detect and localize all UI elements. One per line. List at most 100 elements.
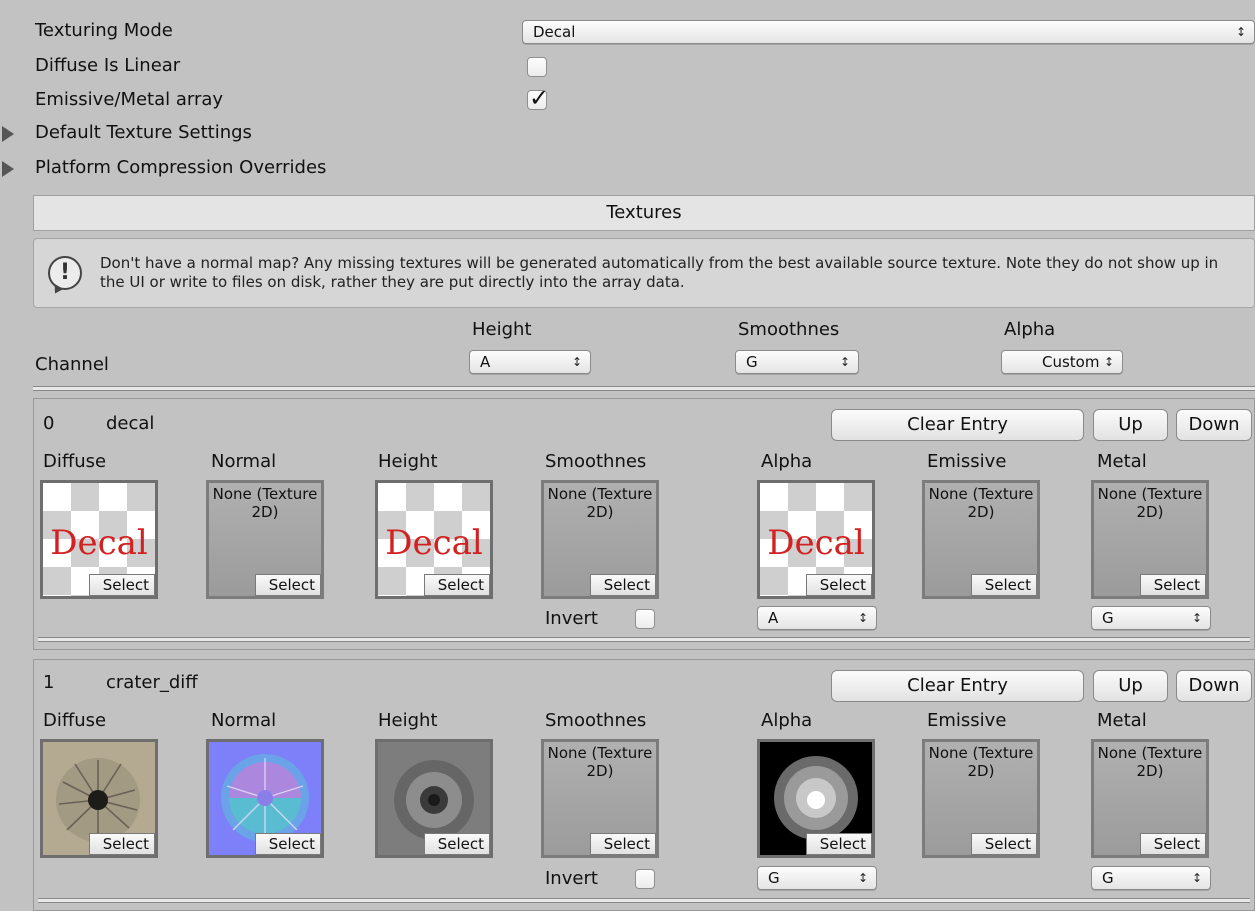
slot-label-smoothness: Smoothnes [545,451,647,472]
channel-smoothness-value: G [746,353,758,371]
entry-index: 0 [43,413,55,434]
up-button[interactable]: Up [1093,409,1168,441]
smoothness-texture-slot[interactable]: None (Texture 2D) Select [541,739,659,858]
none-texture-text: None (Texture 2D) [547,744,653,780]
slot-label-height: Height [378,710,438,731]
slot-label-diffuse: Diffuse [43,710,107,731]
clear-entry-button[interactable]: Clear Entry [831,409,1084,441]
invert-label: Invert [545,608,598,629]
alpha-channel-dropdown[interactable]: G ↕ [757,866,877,890]
decal-texture-text: Decal [50,523,148,563]
emissive-metal-label: Emissive/Metal array [35,89,224,110]
slot-label-metal: Metal [1097,451,1147,472]
select-button[interactable]: Select [971,833,1037,855]
slot-label-smoothness: Smoothnes [545,710,647,731]
help-text: Don't have a normal map? Any missing tex… [100,254,1219,291]
select-button[interactable]: Select [89,833,155,855]
alpha-channel-dropdown[interactable]: A ↕ [757,606,877,630]
updown-arrows-icon: ↕ [1103,355,1114,369]
alpha-channel-value: G [768,869,780,887]
slot-label-emissive: Emissive [927,710,1007,731]
select-button[interactable]: Select [424,574,490,596]
metal-channel-dropdown[interactable]: G ↕ [1091,606,1211,630]
decal-texture-text: Decal [767,523,865,563]
updown-arrows-icon: ↕ [857,871,868,885]
entry-name: crater_diff [106,672,198,693]
entry-index: 1 [43,672,55,693]
texturing-mode-dropdown[interactable]: Decal ↕ [522,20,1255,44]
triangle-right-icon[interactable] [2,126,14,142]
diffuse-linear-checkbox[interactable] [527,57,547,77]
slot-label-metal: Metal [1097,710,1147,731]
updown-arrows-icon: ↕ [857,611,868,625]
normal-texture-slot[interactable]: None (Texture 2D) Select [206,480,324,599]
channel-height-header: Height [472,319,532,340]
channel-smoothness-dropdown[interactable]: G ↕ [735,350,859,374]
metal-channel-value: G [1102,609,1114,627]
channel-alpha-dropdown[interactable]: Custom ↕ [1001,350,1123,374]
height-texture-slot[interactable]: Select [375,739,493,858]
select-button[interactable]: Select [806,833,872,855]
alpha-texture-slot[interactable]: Decal Select [757,480,875,599]
select-button[interactable]: Select [806,574,872,596]
platform-overrides-foldout[interactable]: Platform Compression Overrides [35,157,326,178]
divider [38,637,1250,642]
channel-height-dropdown[interactable]: A ↕ [469,350,591,374]
select-button[interactable]: Select [1140,833,1206,855]
select-button[interactable]: Select [255,833,321,855]
emissive-texture-slot[interactable]: None (Texture 2D) Select [922,739,1040,858]
slot-label-normal: Normal [211,451,277,472]
select-button[interactable]: Select [590,574,656,596]
emissive-metal-checkbox[interactable]: ✓ [527,84,549,112]
textures-section-header: Textures [33,195,1255,231]
select-button[interactable]: Select [1140,574,1206,596]
down-button[interactable]: Down [1176,670,1252,702]
slot-label-diffuse: Diffuse [43,451,107,472]
select-button[interactable]: Select [971,574,1037,596]
triangle-right-icon[interactable] [2,161,14,177]
updown-arrows-icon: ↕ [839,355,850,369]
diffuse-texture-slot[interactable]: Select [40,739,158,858]
diffuse-texture-slot[interactable]: Decal Select [40,480,158,599]
invert-checkbox[interactable] [635,609,655,629]
alpha-channel-value: A [768,609,779,627]
alpha-texture-slot[interactable]: Select [757,739,875,858]
select-button[interactable]: Select [89,574,155,596]
down-button[interactable]: Down [1176,409,1252,441]
texturing-mode-label: Texturing Mode [35,20,173,41]
none-texture-text: None (Texture 2D) [1097,485,1203,521]
select-button[interactable]: Select [424,833,490,855]
invert-label: Invert [545,868,598,889]
default-texture-settings-foldout[interactable]: Default Texture Settings [35,122,252,143]
updown-arrows-icon: ↕ [1191,611,1202,625]
checkmark-icon: ✓ [529,84,550,112]
slot-label-alpha: Alpha [761,451,813,472]
smoothness-texture-slot[interactable]: None (Texture 2D) Select [541,480,659,599]
normal-texture-slot[interactable]: Select [206,739,324,858]
metal-texture-slot[interactable]: None (Texture 2D) Select [1091,739,1209,858]
invert-checkbox[interactable] [635,869,655,889]
select-button[interactable]: Select [590,833,656,855]
diffuse-linear-label: Diffuse Is Linear [35,55,181,76]
info-icon: ! [48,256,82,290]
metal-channel-value: G [1102,869,1114,887]
none-texture-text: None (Texture 2D) [1097,744,1203,780]
channel-alpha-header: Alpha [1004,319,1056,340]
slot-label-alpha: Alpha [761,710,813,731]
emissive-texture-slot[interactable]: None (Texture 2D) Select [922,480,1040,599]
metal-texture-slot[interactable]: None (Texture 2D) Select [1091,480,1209,599]
channel-height-value: A [480,353,491,371]
none-texture-text: None (Texture 2D) [928,744,1034,780]
metal-channel-dropdown[interactable]: G ↕ [1091,866,1211,890]
updown-arrows-icon: ↕ [571,355,582,369]
clear-entry-button[interactable]: Clear Entry [831,670,1084,702]
divider [38,898,1250,903]
divider [33,386,1255,391]
none-texture-text: None (Texture 2D) [212,485,318,521]
select-button[interactable]: Select [255,574,321,596]
height-texture-slot[interactable]: Decal Select [375,480,493,599]
help-box: ! Don't have a normal map? Any missing t… [33,238,1255,308]
up-button[interactable]: Up [1093,670,1168,702]
none-texture-text: None (Texture 2D) [928,485,1034,521]
channel-alpha-value: Custom [1042,353,1100,371]
